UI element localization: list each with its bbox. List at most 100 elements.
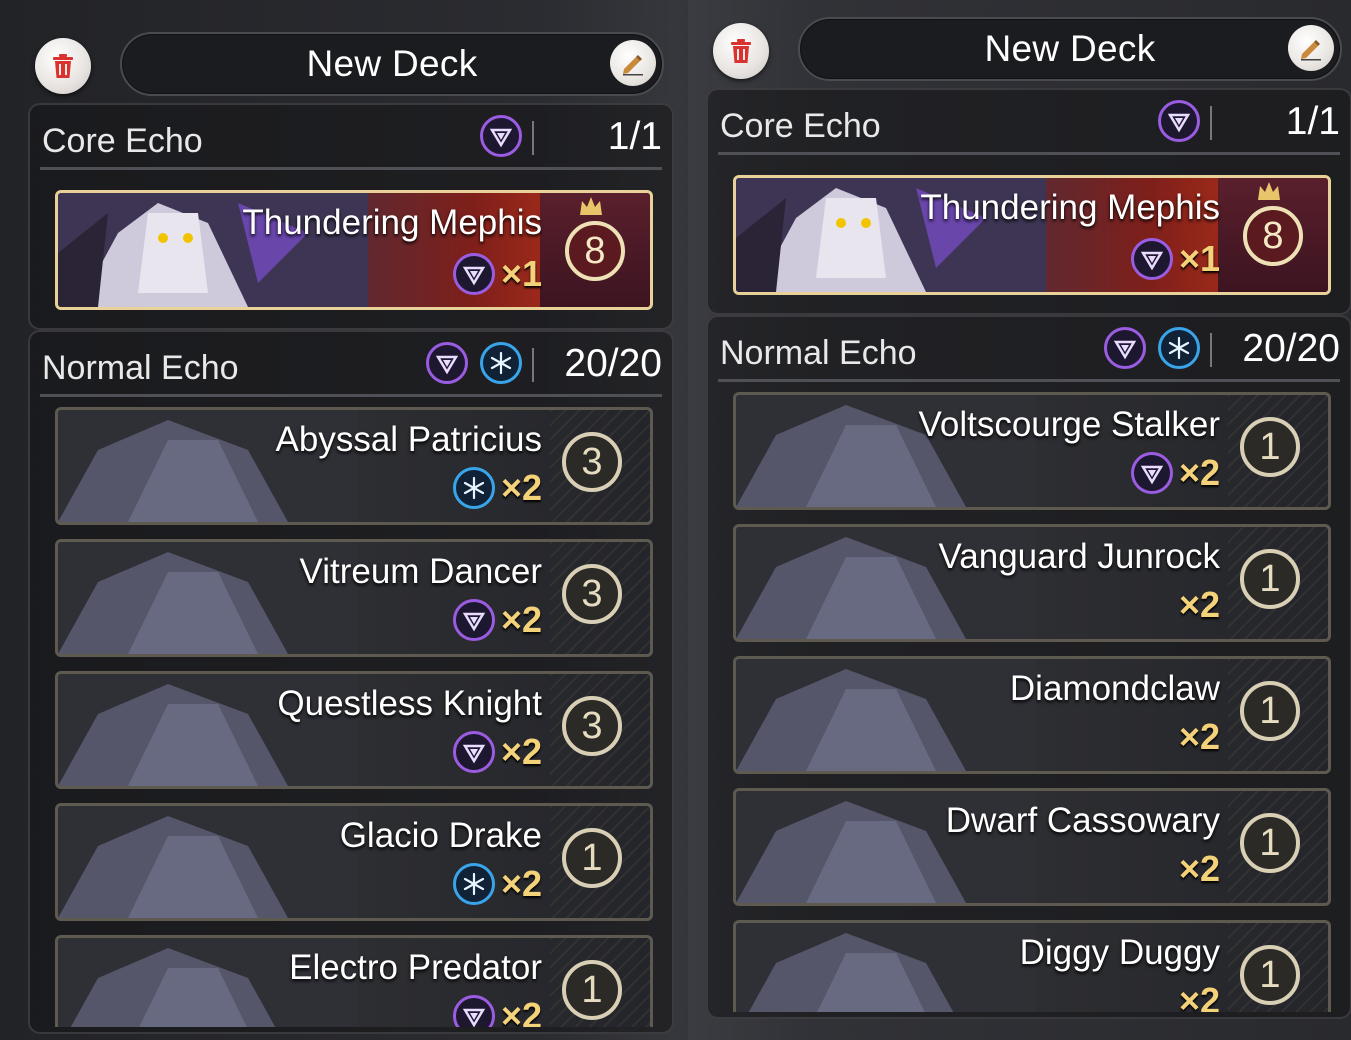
echo-name: Vitreum Dancer [299, 552, 542, 591]
echo-card-list[interactable]: Voltscourge Stalker ×2 1 Vanguard Junroc… [708, 392, 1350, 1012]
section-title: Normal Echo [720, 334, 917, 372]
havoc-element-icon [452, 995, 495, 1027]
echo-card[interactable]: Diamondclaw ×2 1 [733, 656, 1331, 774]
core-echo-section: Core Echo 1/1 Thundering Mephis ×1 8 [28, 103, 674, 330]
echo-card[interactable]: Questless Knight ×2 3 [55, 671, 653, 789]
echo-quantity: ×1 [500, 253, 542, 294]
echo-cost: 1 [562, 960, 622, 1020]
echo-card[interactable]: Vanguard Junrock ×2 1 [733, 524, 1331, 642]
havoc-element-icon [452, 599, 495, 641]
pencil-icon [623, 55, 643, 76]
echo-card[interactable]: Glacio Drake ×2 1 [55, 803, 653, 921]
echo-quantity-row: ×2 [1130, 452, 1220, 494]
deck-panel-right: New Deck Core Echo 1/1 Thundering Mephis… [688, 0, 1351, 1040]
echo-name: Voltscourge Stalker [918, 405, 1220, 444]
echo-card[interactable]: Abyssal Patricius ×2 3 [55, 407, 653, 525]
trash-icon [731, 39, 751, 63]
deck-name-field[interactable]: New Deck [798, 17, 1342, 81]
section-count: 1/1 [607, 115, 662, 158]
crown-icon [1258, 182, 1280, 200]
trash-icon [53, 54, 73, 78]
echo-quantity-row: ×2 [452, 599, 542, 641]
echo-quantity: ×2 [500, 599, 542, 640]
glacio-element-icon [1158, 327, 1200, 369]
echo-name: Diggy Duggy [1019, 933, 1220, 972]
echo-quantity-row: ×1 [1130, 238, 1220, 280]
echo-name: Diamondclaw [1009, 669, 1220, 708]
echo-quantity: ×2 [500, 467, 542, 508]
echo-cost: 1 [562, 828, 622, 888]
havoc-element-icon [1130, 452, 1173, 494]
glacio-element-icon [480, 342, 522, 384]
echo-name: Glacio Drake [339, 816, 542, 855]
pencil-icon [1301, 40, 1321, 61]
core-echo-header: Core Echo 1/1 [40, 105, 662, 170]
delete-deck-button[interactable] [35, 38, 91, 94]
echo-quantity: ×2 [500, 995, 542, 1027]
section-count: 1/1 [1285, 100, 1340, 143]
echo-quantity-row: ×2 [452, 863, 542, 905]
echo-quantity-row: ×2 [1179, 848, 1220, 890]
section-title: Core Echo [720, 107, 881, 145]
core-echo-card[interactable]: Thundering Mephis ×1 8 [55, 190, 653, 310]
havoc-element-icon [426, 342, 468, 384]
echo-cost: 1 [1240, 417, 1300, 477]
echo-quantity: ×2 [500, 863, 542, 904]
echo-quantity: ×1 [1178, 238, 1220, 279]
section-title: Core Echo [42, 122, 203, 160]
glacio-element-icon [452, 467, 495, 509]
crown-icon [580, 197, 602, 215]
deck-name-field[interactable]: New Deck [120, 32, 664, 96]
echo-name: Thundering Mephis [920, 188, 1220, 227]
havoc-element-icon [1130, 238, 1173, 280]
normal-echo-header: Normal Echo 20/20 [40, 332, 662, 397]
normal-echo-section: Normal Echo 20/20 Abyssal Patricius ×2 3… [28, 330, 674, 1034]
echo-cost: 8 [1243, 206, 1303, 266]
echo-card[interactable]: Dwarf Cassowary ×2 1 [733, 788, 1331, 906]
echo-portrait [58, 806, 358, 918]
rename-deck-button[interactable] [610, 40, 656, 86]
echo-portrait [736, 659, 1036, 771]
echo-cost: 1 [1240, 549, 1300, 609]
divider [532, 121, 534, 155]
havoc-element-icon [1158, 100, 1200, 142]
echo-name: Thundering Mephis [242, 203, 542, 242]
core-echo-header: Core Echo 1/1 [718, 90, 1340, 155]
echo-quantity-row: ×2 [1179, 980, 1220, 1012]
core-echo-section: Core Echo 1/1 Thundering Mephis ×1 8 [706, 88, 1351, 315]
echo-cost: 1 [1240, 681, 1300, 741]
echo-card-list[interactable]: Abyssal Patricius ×2 3 Vitreum Dancer ×2… [30, 407, 672, 1027]
section-count: 20/20 [564, 342, 662, 385]
deck-title: New Deck [984, 28, 1156, 69]
havoc-element-icon [480, 115, 522, 157]
echo-name: Dwarf Cassowary [945, 801, 1220, 840]
echo-card[interactable]: Vitreum Dancer ×2 3 [55, 539, 653, 657]
echo-cost: 3 [562, 564, 622, 624]
echo-quantity: ×2 [1178, 980, 1220, 1012]
echo-name: Electro Predator [289, 948, 542, 987]
echo-card[interactable]: Diggy Duggy ×2 1 [733, 920, 1331, 1012]
deck-header: New Deck [10, 30, 670, 96]
echo-quantity: ×2 [1178, 716, 1220, 757]
echo-quantity: ×2 [1178, 584, 1220, 625]
echo-portrait [736, 923, 1036, 1012]
delete-deck-button[interactable] [713, 23, 769, 79]
echo-card[interactable]: Electro Predator ×2 1 [55, 935, 653, 1027]
divider [532, 348, 534, 382]
echo-quantity-row: ×2 [452, 995, 542, 1027]
echo-card[interactable]: Voltscourge Stalker ×2 1 [733, 392, 1331, 510]
section-count: 20/20 [1242, 327, 1340, 370]
echo-quantity-row: ×1 [452, 253, 542, 295]
echo-quantity-row: ×2 [1179, 716, 1220, 758]
echo-cost: 3 [562, 696, 622, 756]
echo-quantity: ×2 [1178, 452, 1220, 493]
havoc-element-icon [452, 731, 495, 773]
divider [1210, 106, 1212, 140]
echo-cost: 8 [565, 221, 625, 281]
echo-cost: 1 [1240, 945, 1300, 1005]
rename-deck-button[interactable] [1288, 25, 1334, 71]
havoc-element-icon [1104, 327, 1146, 369]
core-echo-card[interactable]: Thundering Mephis ×1 8 [733, 175, 1331, 295]
echo-quantity-row: ×2 [1179, 584, 1220, 626]
echo-quantity: ×2 [500, 731, 542, 772]
